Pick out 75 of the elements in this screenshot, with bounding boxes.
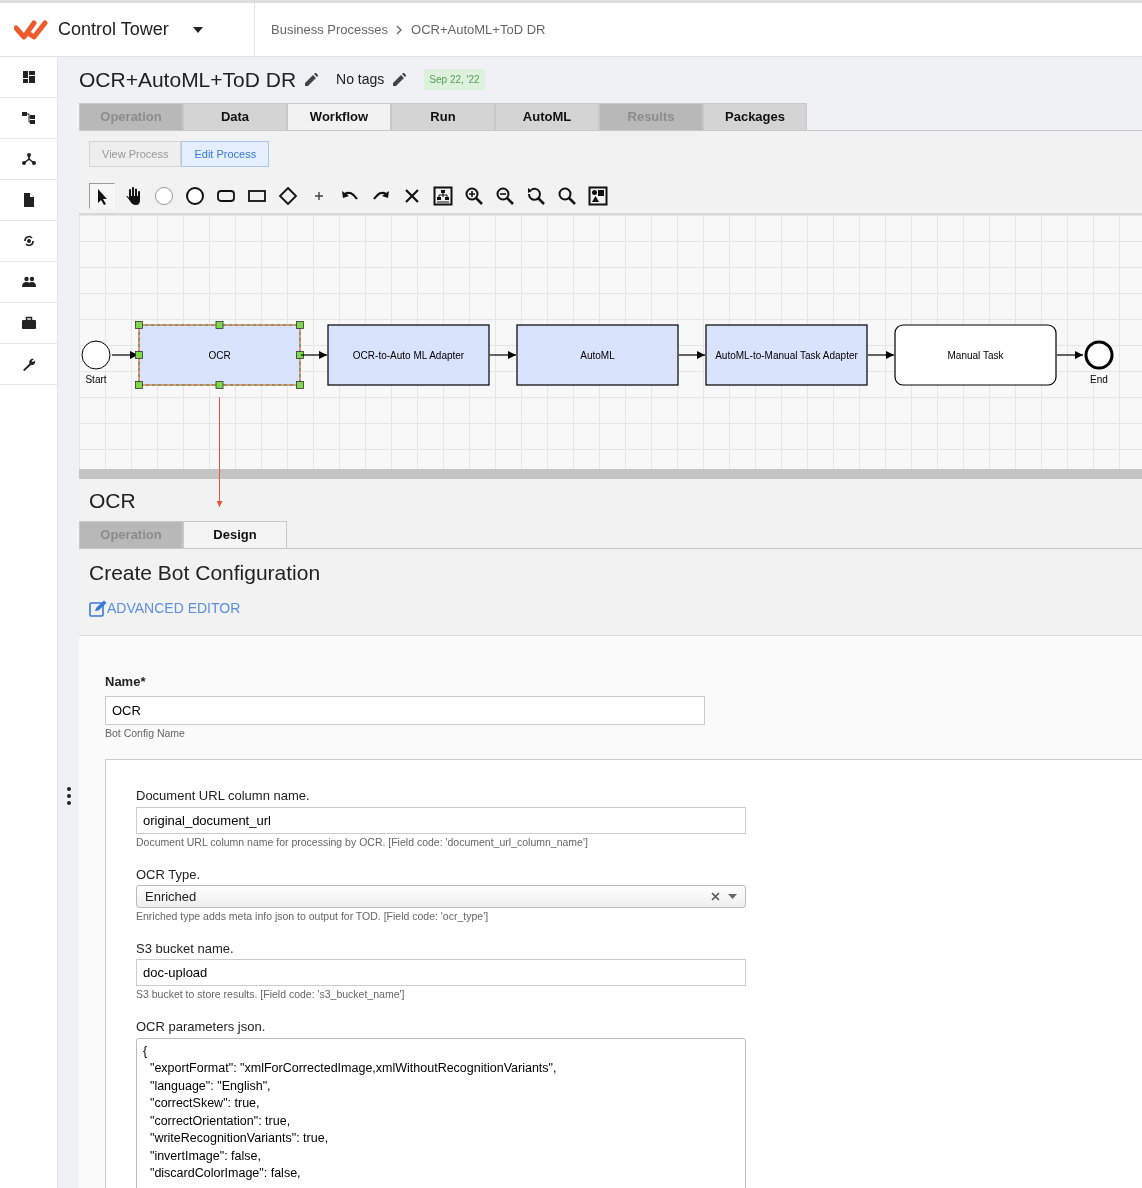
end-event[interactable] xyxy=(1084,340,1114,370)
tab[interactable]: Packages xyxy=(703,102,807,130)
zoom-reset-icon xyxy=(526,186,546,206)
hand-icon xyxy=(123,186,143,206)
edit-icon xyxy=(89,600,107,617)
form-heading: Create Bot Configuration xyxy=(88,559,322,586)
task-label: Manual Task xyxy=(947,350,1004,361)
field-label: Document URL column name. xyxy=(136,787,311,806)
zoom-out-icon xyxy=(495,186,515,206)
task-label: AutoML xyxy=(580,350,615,361)
logo-icon xyxy=(14,18,48,41)
text-field[interactable]: original_document_url xyxy=(136,806,746,834)
flow-arrow[interactable] xyxy=(489,351,517,359)
flow-arrow[interactable] xyxy=(300,351,328,359)
flow-arrow[interactable] xyxy=(867,351,895,359)
clear-icon[interactable] xyxy=(711,892,720,901)
network-icon[interactable] xyxy=(21,152,36,166)
layout-icon xyxy=(433,186,453,206)
tab[interactable]: Data xyxy=(183,102,287,130)
breadcrumb-item: OCR+AutoML+ToD DR xyxy=(411,20,546,39)
help-text: S3 bucket to store results. [Field code: 's3_bucket_name'] xyxy=(136,987,406,1003)
pencil-icon[interactable] xyxy=(392,72,407,87)
briefcase-icon[interactable] xyxy=(21,316,36,330)
task-node[interactable] xyxy=(705,324,868,386)
task-node[interactable] xyxy=(327,324,490,386)
tab[interactable]: Workflow xyxy=(287,102,391,130)
document-icon[interactable] xyxy=(21,193,36,207)
flow-arrow[interactable] xyxy=(1056,351,1084,359)
search-icon xyxy=(557,186,577,206)
json-editor[interactable]: { "exportFormat": "xmlForCorrectedImage,xmlWithoutRecognitionVariants", "language": "English", "correctSkew": true, "correctOrientation": true, "writeRecognitionVariants": true, "invertImage": false, "discardColorImage": false, xyxy=(136,1037,746,1188)
sync-icon[interactable] xyxy=(21,234,36,248)
text-field[interactable]: doc-upload xyxy=(136,959,746,987)
field-label: S3 bucket name. xyxy=(136,939,235,958)
field-label: OCR Type. xyxy=(136,865,202,884)
task-label: AutoML-to-Manual Task Adapter xyxy=(715,350,858,361)
field-label: OCR parameters json. xyxy=(136,1018,267,1036)
start-event[interactable] xyxy=(81,340,111,370)
picture-icon xyxy=(588,186,608,206)
event-label: End xyxy=(1090,374,1108,385)
task-label: OCR xyxy=(208,350,231,361)
field-label: Name* xyxy=(105,673,147,691)
tab[interactable]: Design xyxy=(183,520,287,548)
chevron-icon xyxy=(396,24,404,35)
panel-title: OCR xyxy=(88,488,137,514)
diamond-icon xyxy=(278,186,298,206)
event-label: Start xyxy=(85,374,107,385)
manual-task[interactable] xyxy=(894,324,1057,386)
circle-icon xyxy=(185,186,205,206)
flow-arrow[interactable] xyxy=(678,351,706,359)
pencil-icon[interactable] xyxy=(304,72,319,87)
breadcrumb-item[interactable]: Business Processes xyxy=(271,19,389,40)
process-title: OCR+AutoML+ToD DR xyxy=(79,67,297,93)
tab[interactable]: AutoML xyxy=(495,102,599,130)
tool-button[interactable] xyxy=(89,183,115,209)
tab[interactable]: Run xyxy=(391,102,495,130)
wrench-icon[interactable] xyxy=(21,357,36,371)
zoom-in-icon xyxy=(464,186,484,206)
help-text: Enriched type adds meta info json to output for TOD. [Field code: 'ocr_type'] xyxy=(136,909,490,924)
tags-label: No tags xyxy=(336,70,385,90)
task-node[interactable] xyxy=(516,324,679,386)
help-text: Bot Config Name xyxy=(105,725,186,741)
date-badge: Sep 22, '22 xyxy=(424,69,485,91)
name-field[interactable]: OCR xyxy=(105,695,705,725)
people-icon[interactable] xyxy=(21,275,36,289)
mode-button[interactable]: Edit Process xyxy=(181,140,270,167)
task-label: OCR-to-Auto ML Adapter xyxy=(352,350,465,361)
more-options-icon[interactable] xyxy=(66,787,71,805)
task-node[interactable] xyxy=(135,321,304,389)
select-field[interactable]: Enriched xyxy=(136,885,746,908)
dashboard-icon[interactable] xyxy=(21,70,36,84)
app-name: Control Tower xyxy=(58,18,169,41)
caret-icon[interactable] xyxy=(192,26,203,33)
circle-icon xyxy=(154,186,174,206)
help-text: Document URL column name for processing by OCR. [Field code: 'document_url_column_name'] xyxy=(136,834,589,850)
hierarchy-icon[interactable] xyxy=(21,111,36,125)
